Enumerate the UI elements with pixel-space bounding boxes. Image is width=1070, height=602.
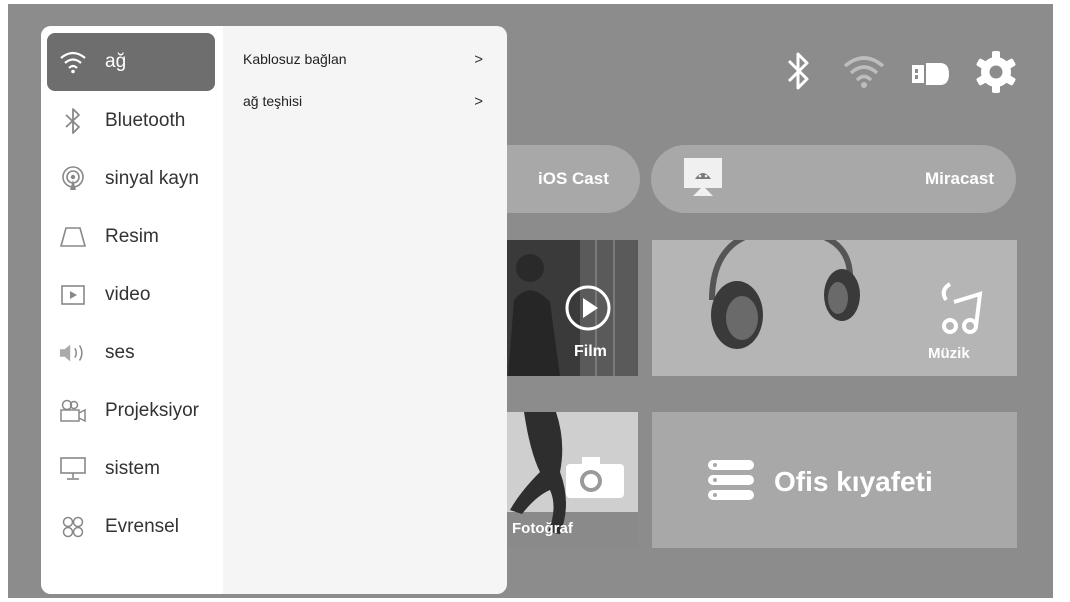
menu-item-signal-source[interactable]: sinyal kayn [47,150,215,208]
miracast-button[interactable]: Miracast [651,145,1016,213]
film-label: Film [574,343,607,360]
menu-item-picture[interactable]: Resim [47,208,215,266]
menu-item-label: ses [105,342,135,363]
camera-icon [564,454,626,505]
speaker-icon [59,339,87,367]
universal-icon [59,513,87,541]
submenu-item-network-diagnosis[interactable]: ağ teşhisi > [243,93,483,115]
headphones-image [709,240,860,349]
wifi-icon[interactable] [842,54,886,95]
menu-item-label: Resim [105,226,159,247]
video-icon [59,281,87,309]
office-label: Ofis kıyafeti [774,466,933,497]
menu-item-sound[interactable]: ses [47,324,215,382]
menu-item-label: Evrensel [105,516,179,537]
signal-source-icon [59,165,87,193]
status-bar [784,48,1034,96]
submenu-item-label: Kablosuz bağlan [243,51,347,67]
menu-item-video[interactable]: video [47,266,215,324]
gear-icon[interactable] [974,50,1018,99]
menu-item-projector[interactable]: Projeksiyor [47,382,215,440]
menu-item-universal[interactable]: Evrensel [47,498,215,556]
photo-tile[interactable]: Fotoğraf [500,412,638,548]
office-tile[interactable]: Ofis kıyafeti [652,412,1017,548]
bluetooth-icon [59,107,87,135]
menu-item-network[interactable]: ağ [47,33,215,91]
music-tile[interactable]: Müzik [652,240,1017,376]
menu-item-label: video [105,284,151,305]
settings-panel: ağ Bluetooth sinyal kayn Resim video ses… [41,26,507,594]
menu-item-system[interactable]: sistem [47,440,215,498]
monitor-icon [59,455,87,483]
menu-item-label: ağ [105,51,127,72]
photo-label: Fotoğraf [512,520,573,537]
menu-item-label: Projeksiyor [105,400,199,421]
chevron-right-icon: > [474,51,483,68]
home-screen: iOS Cast Miracast Film Müzik Fotoğraf Of… [8,4,1053,598]
wifi-icon [59,48,87,76]
music-note-icon [936,280,984,341]
input-source-icon[interactable] [912,60,952,93]
submenu-item-wireless-connect[interactable]: Kablosuz bağlan > [243,51,483,73]
projector-icon [59,397,87,425]
list-icon [708,460,754,505]
menu-item-label: sistem [105,458,160,479]
picture-icon [59,223,87,251]
film-tile[interactable]: Film [500,240,638,376]
bluetooth-icon[interactable] [784,48,814,99]
music-label: Müzik [928,345,970,362]
settings-menu: ağ Bluetooth sinyal kayn Resim video ses… [41,26,223,594]
miracast-label: Miracast [925,169,994,188]
menu-item-label: Bluetooth [105,110,186,131]
play-icon [564,284,612,337]
ios-cast-label: iOS Cast [538,169,609,188]
menu-item-bluetooth[interactable]: Bluetooth [47,92,215,150]
menu-item-label: sinyal kayn [105,168,199,189]
miracast-icon [683,157,723,202]
chevron-right-icon: > [474,93,483,110]
submenu-item-label: ağ teşhisi [243,93,303,109]
